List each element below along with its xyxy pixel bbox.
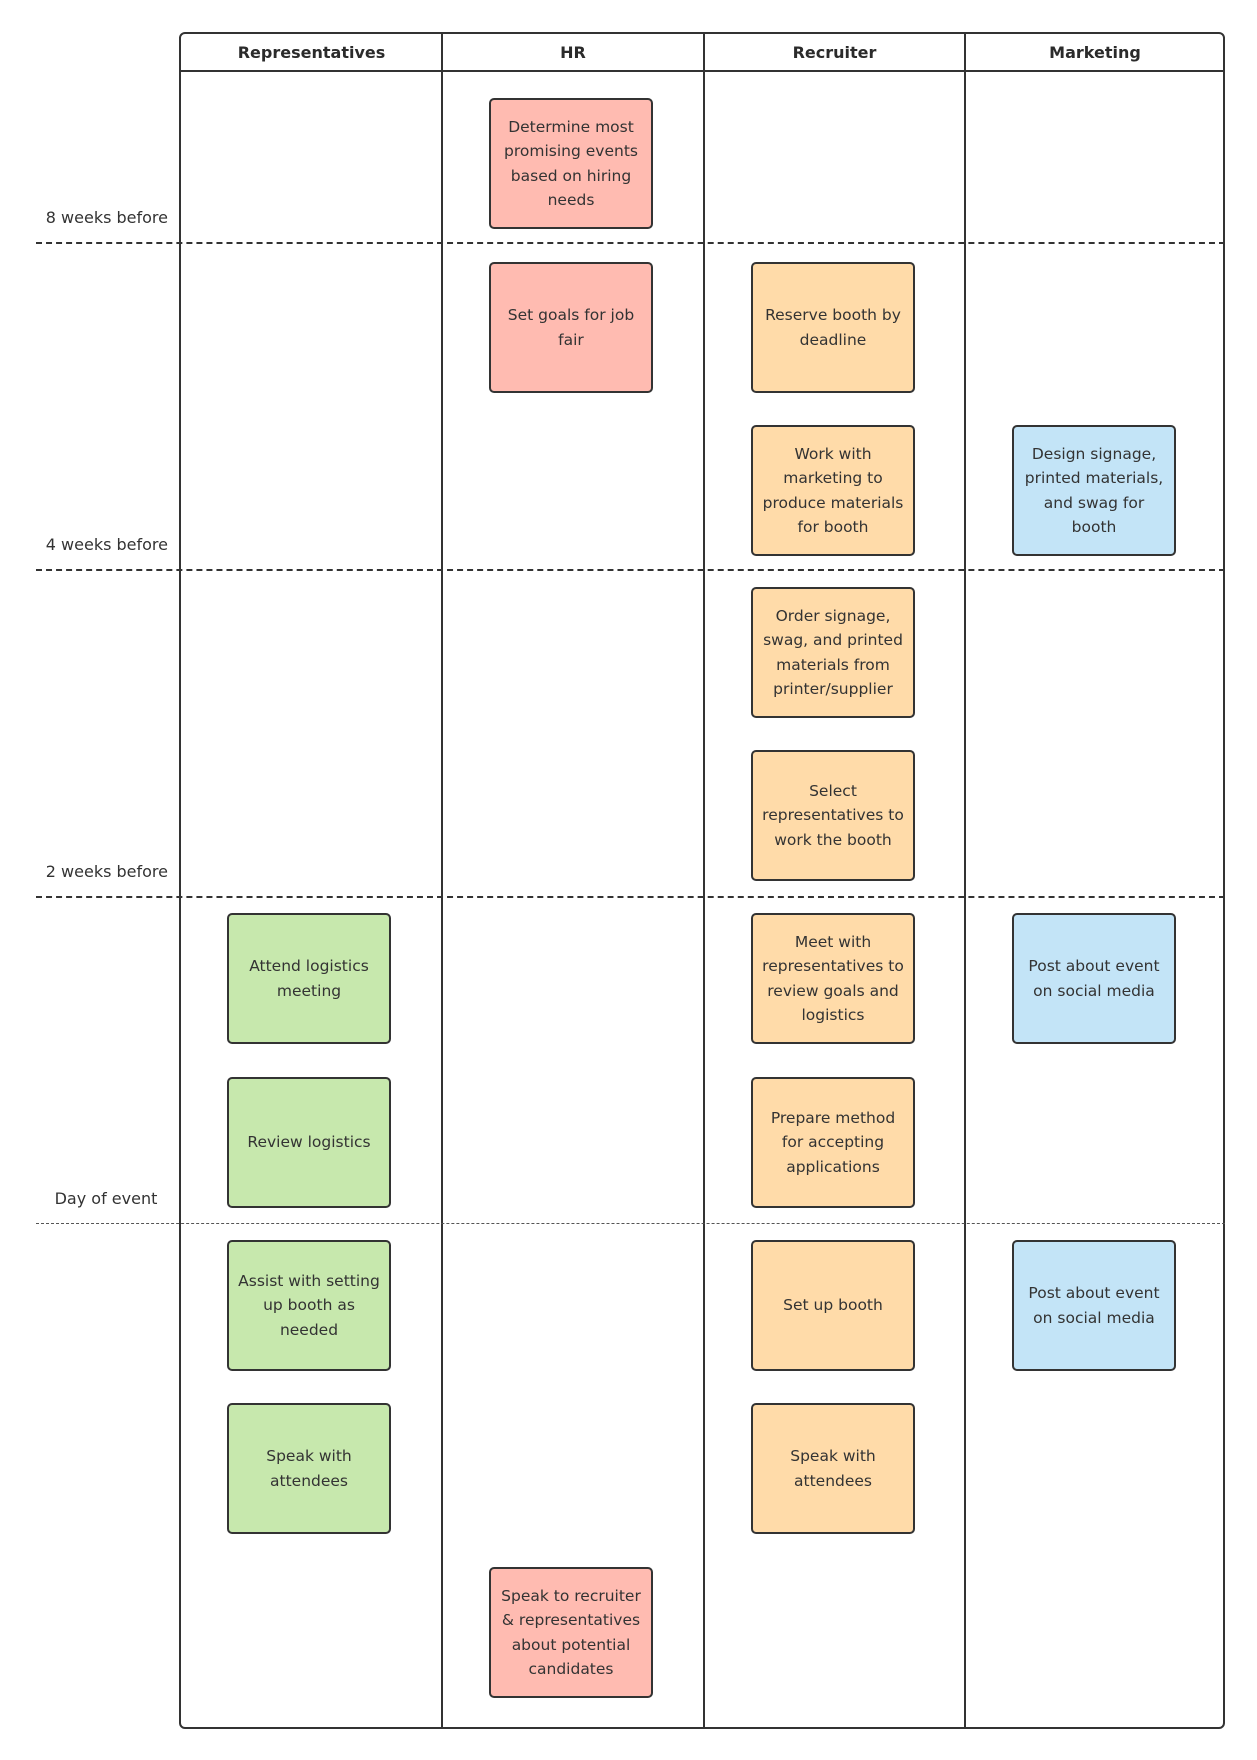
lane-header-representatives: Representatives (237, 43, 386, 62)
phase-divider-day-of-event (36, 1223, 1225, 1224)
task-card-recruiter[interactable]: Meet with representatives to review goal… (751, 913, 915, 1044)
task-card-text: Post about event on social media (1028, 957, 1160, 1000)
phase-label-day-of-event: Day of event (54, 1189, 158, 1208)
lane-divider (964, 34, 966, 1727)
task-card-hr[interactable]: Speak to recruiter & representatives abo… (489, 1567, 653, 1698)
task-card-text: Select representatives to work the booth (762, 781, 904, 849)
task-card-text: Work with marketing to produce materials… (762, 444, 904, 537)
lane-divider (703, 34, 705, 1727)
task-card-text: Post about event on social media (1028, 1284, 1160, 1327)
task-card-text: Prepare method for accepting application… (770, 1108, 896, 1176)
phase-label-8-weeks: 8 weeks before (45, 208, 168, 227)
task-card-representatives[interactable]: Review logistics (227, 1077, 391, 1208)
task-card-text: Review logistics (247, 1133, 371, 1152)
lane-header-marketing: Marketing (1049, 43, 1141, 62)
task-card-text: Speak with attendees (790, 1447, 876, 1490)
task-card-text: Attend logistics meeting (249, 957, 369, 1000)
task-card-text: Set goals for job fair (507, 306, 635, 349)
phase-divider-2-weeks (36, 896, 1225, 898)
task-card-marketing[interactable]: Post about event on social media (1012, 1240, 1176, 1371)
task-card-text: Assist with setting up booth as needed (238, 1271, 380, 1339)
task-card-representatives[interactable]: Speak with attendees (227, 1403, 391, 1534)
task-card-text: Meet with representatives to review goal… (762, 932, 904, 1025)
task-card-text: Speak to recruiter & representatives abo… (501, 1586, 641, 1679)
task-card-text: Reserve booth by deadline (765, 306, 901, 349)
task-card-text: Set up booth (783, 1296, 883, 1315)
task-card-hr[interactable]: Set goals for job fair (489, 262, 653, 393)
task-card-text: Design signage, printed materials, and s… (1024, 444, 1164, 537)
task-card-text: Determine most promising events based on… (504, 117, 638, 210)
task-card-representatives[interactable]: Attend logistics meeting (227, 913, 391, 1044)
task-card-recruiter[interactable]: Work with marketing to produce materials… (751, 425, 915, 556)
header-divider (181, 70, 1223, 72)
task-card-recruiter[interactable]: Reserve booth by deadline (751, 262, 915, 393)
phase-label-2-weeks: 2 weeks before (45, 862, 168, 881)
task-card-hr[interactable]: Determine most promising events based on… (489, 98, 653, 229)
phase-divider-8-weeks (36, 242, 1225, 244)
task-card-text: Speak with attendees (266, 1447, 352, 1490)
lane-header-recruiter: Recruiter (792, 43, 877, 62)
task-card-marketing[interactable]: Post about event on social media (1012, 913, 1176, 1044)
phase-divider-4-weeks (36, 569, 1225, 571)
lane-header-hr: HR (560, 43, 586, 62)
task-card-recruiter[interactable]: Select representatives to work the booth (751, 750, 915, 881)
task-card-representatives[interactable]: Assist with setting up booth as needed (227, 1240, 391, 1371)
phase-label-4-weeks: 4 weeks before (45, 535, 168, 554)
task-card-recruiter[interactable]: Prepare method for accepting application… (751, 1077, 915, 1208)
lane-divider (441, 34, 443, 1727)
task-card-marketing[interactable]: Design signage, printed materials, and s… (1012, 425, 1176, 556)
task-card-text: Order signage, swag, and printed materia… (763, 606, 903, 699)
task-card-recruiter[interactable]: Set up booth (751, 1240, 915, 1371)
task-card-recruiter[interactable]: Order signage, swag, and printed materia… (751, 587, 915, 718)
task-card-recruiter[interactable]: Speak with attendees (751, 1403, 915, 1534)
